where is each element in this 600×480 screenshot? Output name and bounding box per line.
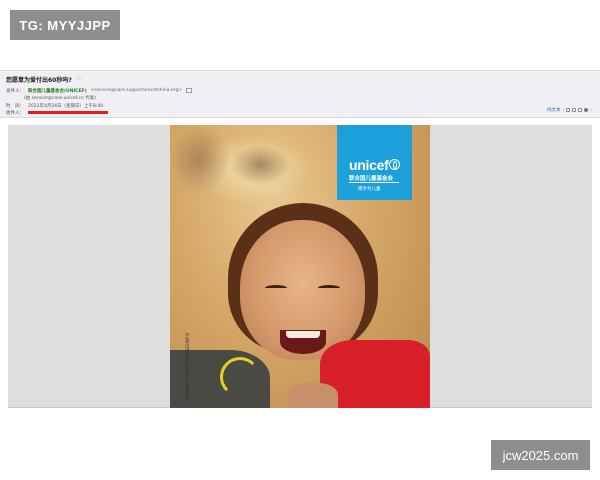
expand-icon[interactable] bbox=[578, 108, 582, 112]
email-toolbar: 纯文本 | › bbox=[547, 107, 592, 113]
watermark-top-left: TG: MYYJJPP bbox=[10, 10, 120, 40]
time-row: 时 间： 2022年4月24日（星期日）上午8:40 bbox=[6, 103, 103, 109]
from-row: 发件人： 联合国儿童基金会(UNICEF) <service@care.supp… bbox=[6, 88, 193, 94]
plain-text-link[interactable]: 纯文本 bbox=[547, 107, 561, 113]
email-header: 您愿意为爱付出60秒吗? ☆ 发件人： 联合国儿童基金会(UNICEF) <se… bbox=[0, 70, 600, 118]
subject-row: 您愿意为爱付出60秒吗? ☆ bbox=[6, 75, 82, 85]
unicef-tagline: 携手为儿童 bbox=[358, 187, 381, 192]
globe-icon bbox=[389, 159, 400, 170]
email-body: unicef 联合国儿童基金会 携手为儿童 ©UNICEF/China/2015… bbox=[8, 125, 592, 408]
add-contact-icon[interactable] bbox=[186, 88, 193, 93]
unicef-wordmark: unicef bbox=[349, 157, 389, 173]
background-shadow bbox=[230, 145, 290, 185]
to-label: 收件人： bbox=[6, 111, 24, 116]
logo-divider bbox=[349, 182, 399, 183]
settings-icon[interactable] bbox=[584, 108, 588, 112]
on-behalf-text: (由 service@care.unicef.cn 代发) bbox=[24, 96, 96, 101]
from-label: 发件人： bbox=[6, 89, 24, 94]
recipient-redacted bbox=[28, 111, 108, 114]
star-icon[interactable]: ☆ bbox=[76, 76, 82, 83]
child-hand bbox=[288, 383, 338, 408]
sender-name[interactable]: 联合国儿童基金会(UNICEF) bbox=[28, 88, 87, 94]
toolbar-separator: | bbox=[562, 107, 564, 113]
child-scarf bbox=[220, 357, 260, 397]
to-row: 收件人： bbox=[6, 110, 108, 116]
photo-credit: ©UNICEF/China/2015/Liu Manman bbox=[184, 332, 190, 402]
time-value: 2022年4月24日（星期日）上午8:40 bbox=[28, 104, 104, 109]
time-label: 时 间： bbox=[6, 104, 24, 109]
sender-email: <service@care.supportunicefchina.org> bbox=[90, 88, 183, 93]
background-corner bbox=[170, 125, 230, 195]
print-icon[interactable] bbox=[566, 108, 570, 112]
on-behalf-row: (由 service@care.unicef.cn 代发) bbox=[24, 95, 96, 101]
unicef-poster-image: unicef 联合国儿童基金会 携手为儿童 ©UNICEF/China/2015… bbox=[170, 125, 430, 408]
window-icon[interactable] bbox=[572, 108, 576, 112]
unicef-logo: unicef 联合国儿童基金会 携手为儿童 bbox=[337, 125, 412, 200]
chevron-right-icon[interactable]: › bbox=[590, 107, 592, 113]
watermark-bottom-right: jcw2025.com bbox=[491, 440, 590, 470]
email-subject: 您愿意为爱付出60秒吗? bbox=[6, 77, 72, 84]
child-eye-right bbox=[318, 285, 340, 291]
child-eye-left bbox=[265, 285, 287, 291]
child-teeth bbox=[286, 331, 320, 338]
unicef-chinese-name: 联合国儿童基金会 bbox=[349, 176, 394, 182]
